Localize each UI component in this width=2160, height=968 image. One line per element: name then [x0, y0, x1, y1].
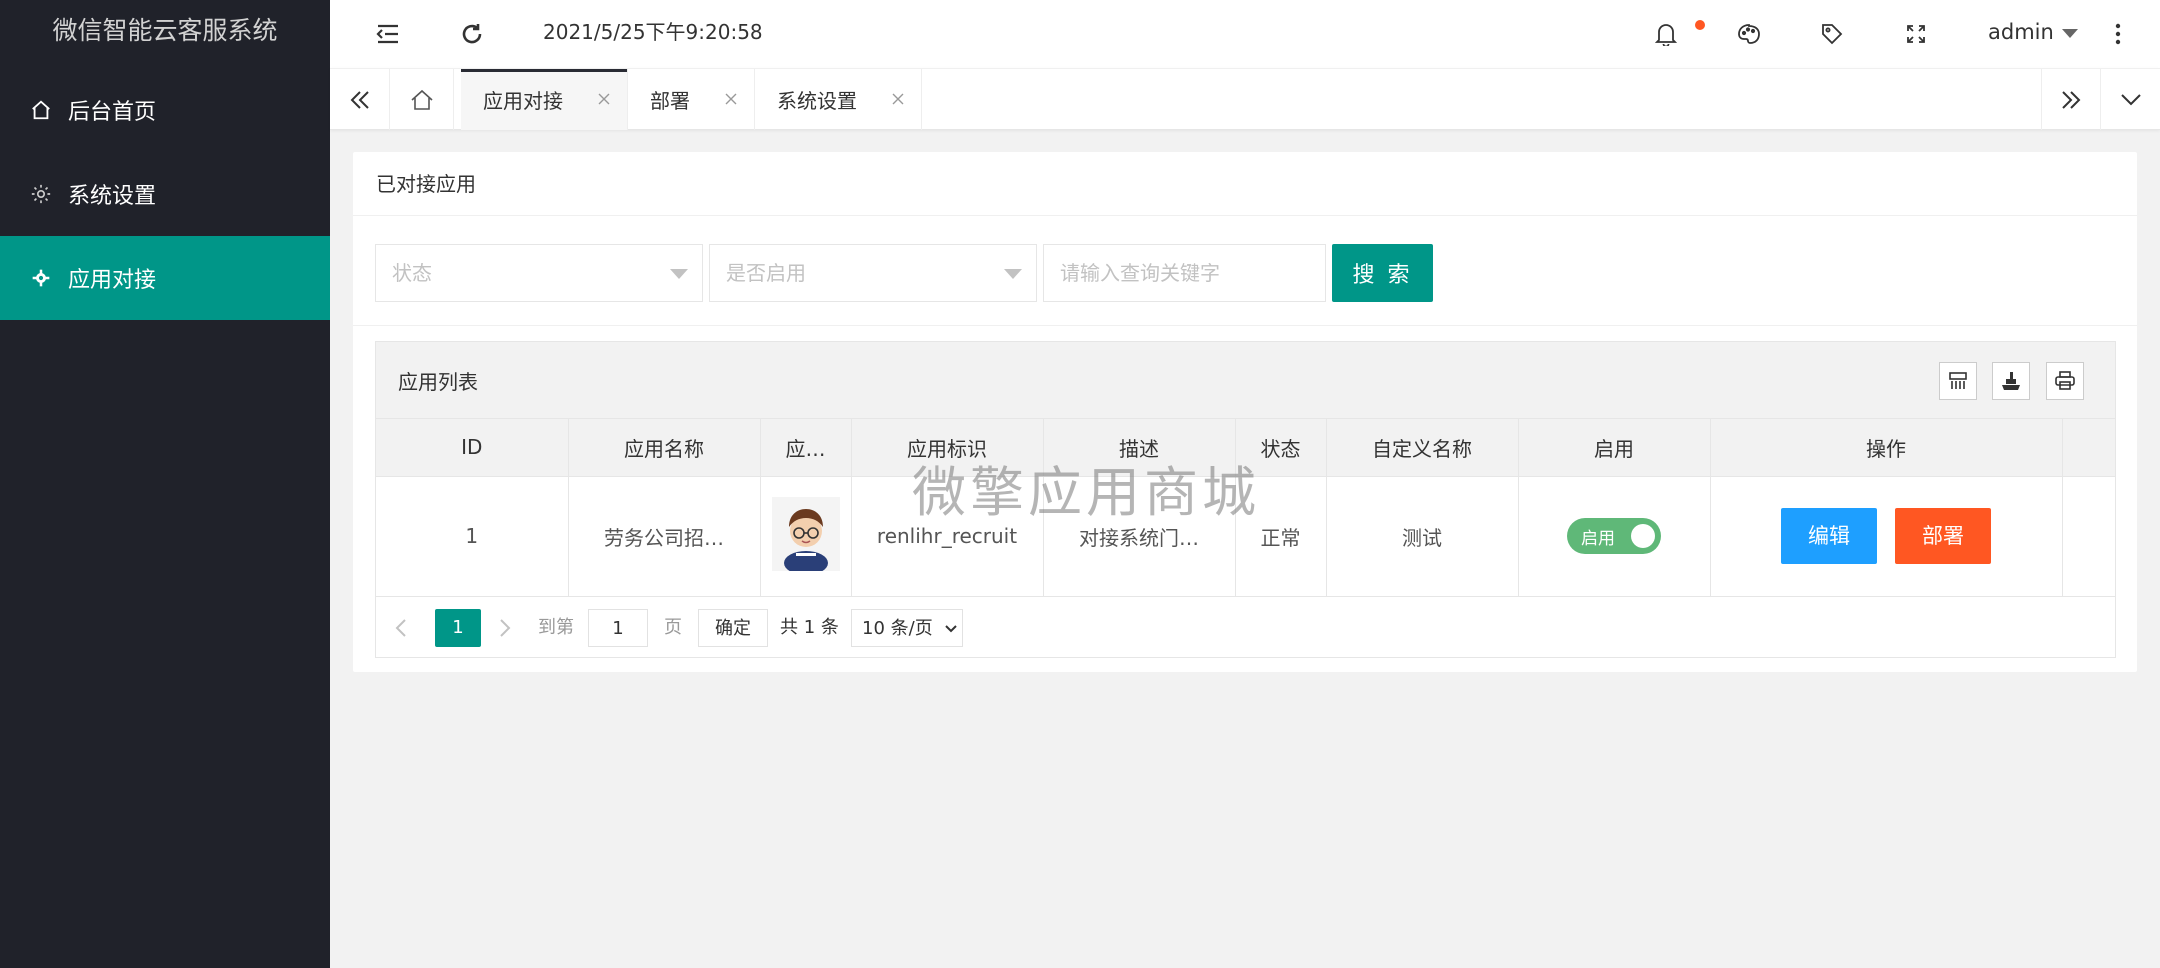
column-header-actions[interactable]: 操作	[1710, 419, 2063, 477]
toggle-knob	[1631, 524, 1655, 548]
table-title: 应用列表	[398, 370, 478, 394]
app-table: ID 应用名称 应… 应用标识 描述 状态 自定义名称 启用 操作 1 劳务公司…	[376, 419, 2115, 597]
page-size-value: 10 条/页	[862, 618, 933, 639]
prev-page-icon[interactable]	[394, 609, 418, 647]
enabled-toggle[interactable]: 启用	[1567, 518, 1661, 554]
close-icon[interactable]	[724, 92, 738, 106]
goto-page-input[interactable]: 1	[588, 609, 648, 647]
app-logo-avatar-icon	[771, 496, 840, 575]
status-select[interactable]: 状态	[375, 244, 703, 302]
description-text: 对接系统门…	[1079, 525, 1199, 550]
page-1-button[interactable]: 1	[435, 609, 481, 647]
user-menu[interactable]: admin	[1988, 18, 2078, 46]
table-toolbar: 应用列表	[376, 342, 2115, 419]
column-header-app-identifier[interactable]: 应用标识	[851, 419, 1044, 477]
sidebar: 微信智能云客服系统 后台首页 系统设置 应用对接	[0, 0, 330, 968]
palette-icon[interactable]	[1733, 18, 1765, 50]
tab-deploy[interactable]: 部署	[628, 69, 755, 130]
sidebar-item-label: 应用对接	[68, 268, 157, 293]
close-icon[interactable]	[891, 92, 905, 106]
enabled-select-placeholder: 是否启用	[726, 261, 806, 285]
more-vertical-icon[interactable]	[2102, 18, 2134, 50]
column-header-status[interactable]: 状态	[1235, 419, 1327, 477]
sidebar-item-system-settings[interactable]: 系统设置	[0, 152, 330, 236]
user-name: admin	[1988, 20, 2054, 44]
chevron-down-icon	[945, 625, 958, 633]
app-list-panel: 应用列表 ID 应用名称 应… 应用标识 描述 状态 自定义名称 启用 操作 1…	[375, 341, 2116, 658]
columns-filter-icon[interactable]	[1939, 362, 1977, 400]
chevron-down-icon	[670, 269, 688, 279]
menu-collapse-icon[interactable]	[372, 18, 404, 50]
print-icon[interactable]	[2046, 362, 2084, 400]
goto-prefix: 到第	[538, 617, 574, 638]
column-header-spacer	[2062, 419, 2115, 477]
home-icon	[28, 97, 54, 123]
table-header-row: ID 应用名称 应… 应用标识 描述 状态 自定义名称 启用 操作	[376, 419, 2115, 477]
cell-spacer	[2062, 476, 2115, 597]
chevron-down-icon	[1004, 269, 1022, 279]
edit-button[interactable]: 编辑	[1781, 508, 1877, 564]
column-header-id[interactable]: ID	[376, 419, 569, 477]
deploy-button[interactable]: 部署	[1895, 508, 1991, 564]
search-button[interactable]: 搜 索	[1332, 244, 1433, 302]
integrated-apps-card: 已对接应用 状态 是否启用 搜 索 应用列表	[353, 152, 2137, 672]
cell-app-identifier: renlihr_recruit	[851, 476, 1044, 597]
top-header: 2021/5/25下午9:20:58 admin	[330, 0, 2160, 68]
toggle-label: 启用	[1581, 528, 1615, 549]
cell-description: 对接系统门…	[1043, 476, 1236, 597]
card-title: 已对接应用	[353, 152, 2137, 216]
tab-label: 系统设置	[777, 89, 857, 113]
page-size-select[interactable]: 10 条/页	[851, 609, 963, 647]
tabs-scroll-right-icon[interactable]	[2041, 69, 2101, 130]
goto-confirm-button[interactable]: 确定	[698, 609, 768, 647]
column-header-enabled[interactable]: 启用	[1518, 419, 1711, 477]
cell-actions: 编辑 部署	[1710, 476, 2063, 597]
tab-system-settings[interactable]: 系统设置	[755, 69, 922, 130]
refresh-icon[interactable]	[456, 18, 488, 50]
column-header-app-name[interactable]: 应用名称	[568, 419, 761, 477]
close-icon[interactable]	[597, 92, 611, 106]
cell-app-name: 劳务公司招…	[568, 476, 761, 597]
tabs-bar: 应用对接 部署 系统设置	[330, 68, 2160, 130]
cell-enabled: 启用	[1518, 476, 1711, 597]
chevron-down-icon	[2061, 28, 2078, 38]
goto-suffix: 页	[664, 617, 682, 638]
sidebar-item-home[interactable]: 后台首页	[0, 68, 330, 152]
column-header-custom-name[interactable]: 自定义名称	[1326, 419, 1519, 477]
gear-icon	[28, 181, 54, 207]
gear-icon	[28, 265, 54, 291]
export-icon[interactable]	[1992, 362, 2030, 400]
fullscreen-icon[interactable]	[1900, 18, 1932, 50]
app-logo-title: 微信智能云客服系统	[52, 16, 278, 45]
enabled-select[interactable]: 是否启用	[709, 244, 1037, 302]
table-row: 1 劳务公司招… renlihr_recruit 对接系统门… 正常 测试 启用…	[376, 476, 2115, 597]
cell-status: 正常	[1235, 476, 1327, 597]
current-datetime: 2021/5/25下午9:20:58	[543, 20, 763, 44]
cell-app-logo	[760, 476, 852, 597]
sidebar-item-label: 系统设置	[68, 184, 157, 209]
tabs-scroll-left-icon[interactable]	[330, 69, 390, 130]
tab-label: 应用对接	[483, 89, 563, 113]
total-count: 共 1 条	[780, 617, 839, 638]
status-select-placeholder: 状态	[392, 261, 432, 285]
tabs-menu-chevron-down-icon[interactable]	[2101, 69, 2160, 130]
notification-dot	[1695, 20, 1705, 30]
sidebar-item-label: 后台首页	[68, 100, 157, 125]
next-page-icon[interactable]	[498, 609, 522, 647]
bell-icon[interactable]	[1650, 18, 1682, 50]
column-header-app-logo[interactable]: 应…	[760, 419, 852, 477]
pagination: 1 到第 1 页 确定 共 1 条 10 条/页	[376, 597, 2115, 657]
cell-custom-name: 测试	[1326, 476, 1519, 597]
divider	[353, 325, 2137, 326]
tag-icon[interactable]	[1816, 18, 1848, 50]
app-name-text: 劳务公司招…	[604, 525, 724, 550]
column-header-description[interactable]: 描述	[1043, 419, 1236, 477]
tab-label: 部署	[650, 89, 690, 113]
tab-app-integration[interactable]: 应用对接	[461, 69, 628, 130]
keyword-search-input[interactable]	[1043, 244, 1326, 302]
cell-id: 1	[376, 476, 569, 597]
sidebar-item-app-integration[interactable]: 应用对接	[0, 236, 330, 320]
tab-home-icon[interactable]	[390, 69, 454, 130]
